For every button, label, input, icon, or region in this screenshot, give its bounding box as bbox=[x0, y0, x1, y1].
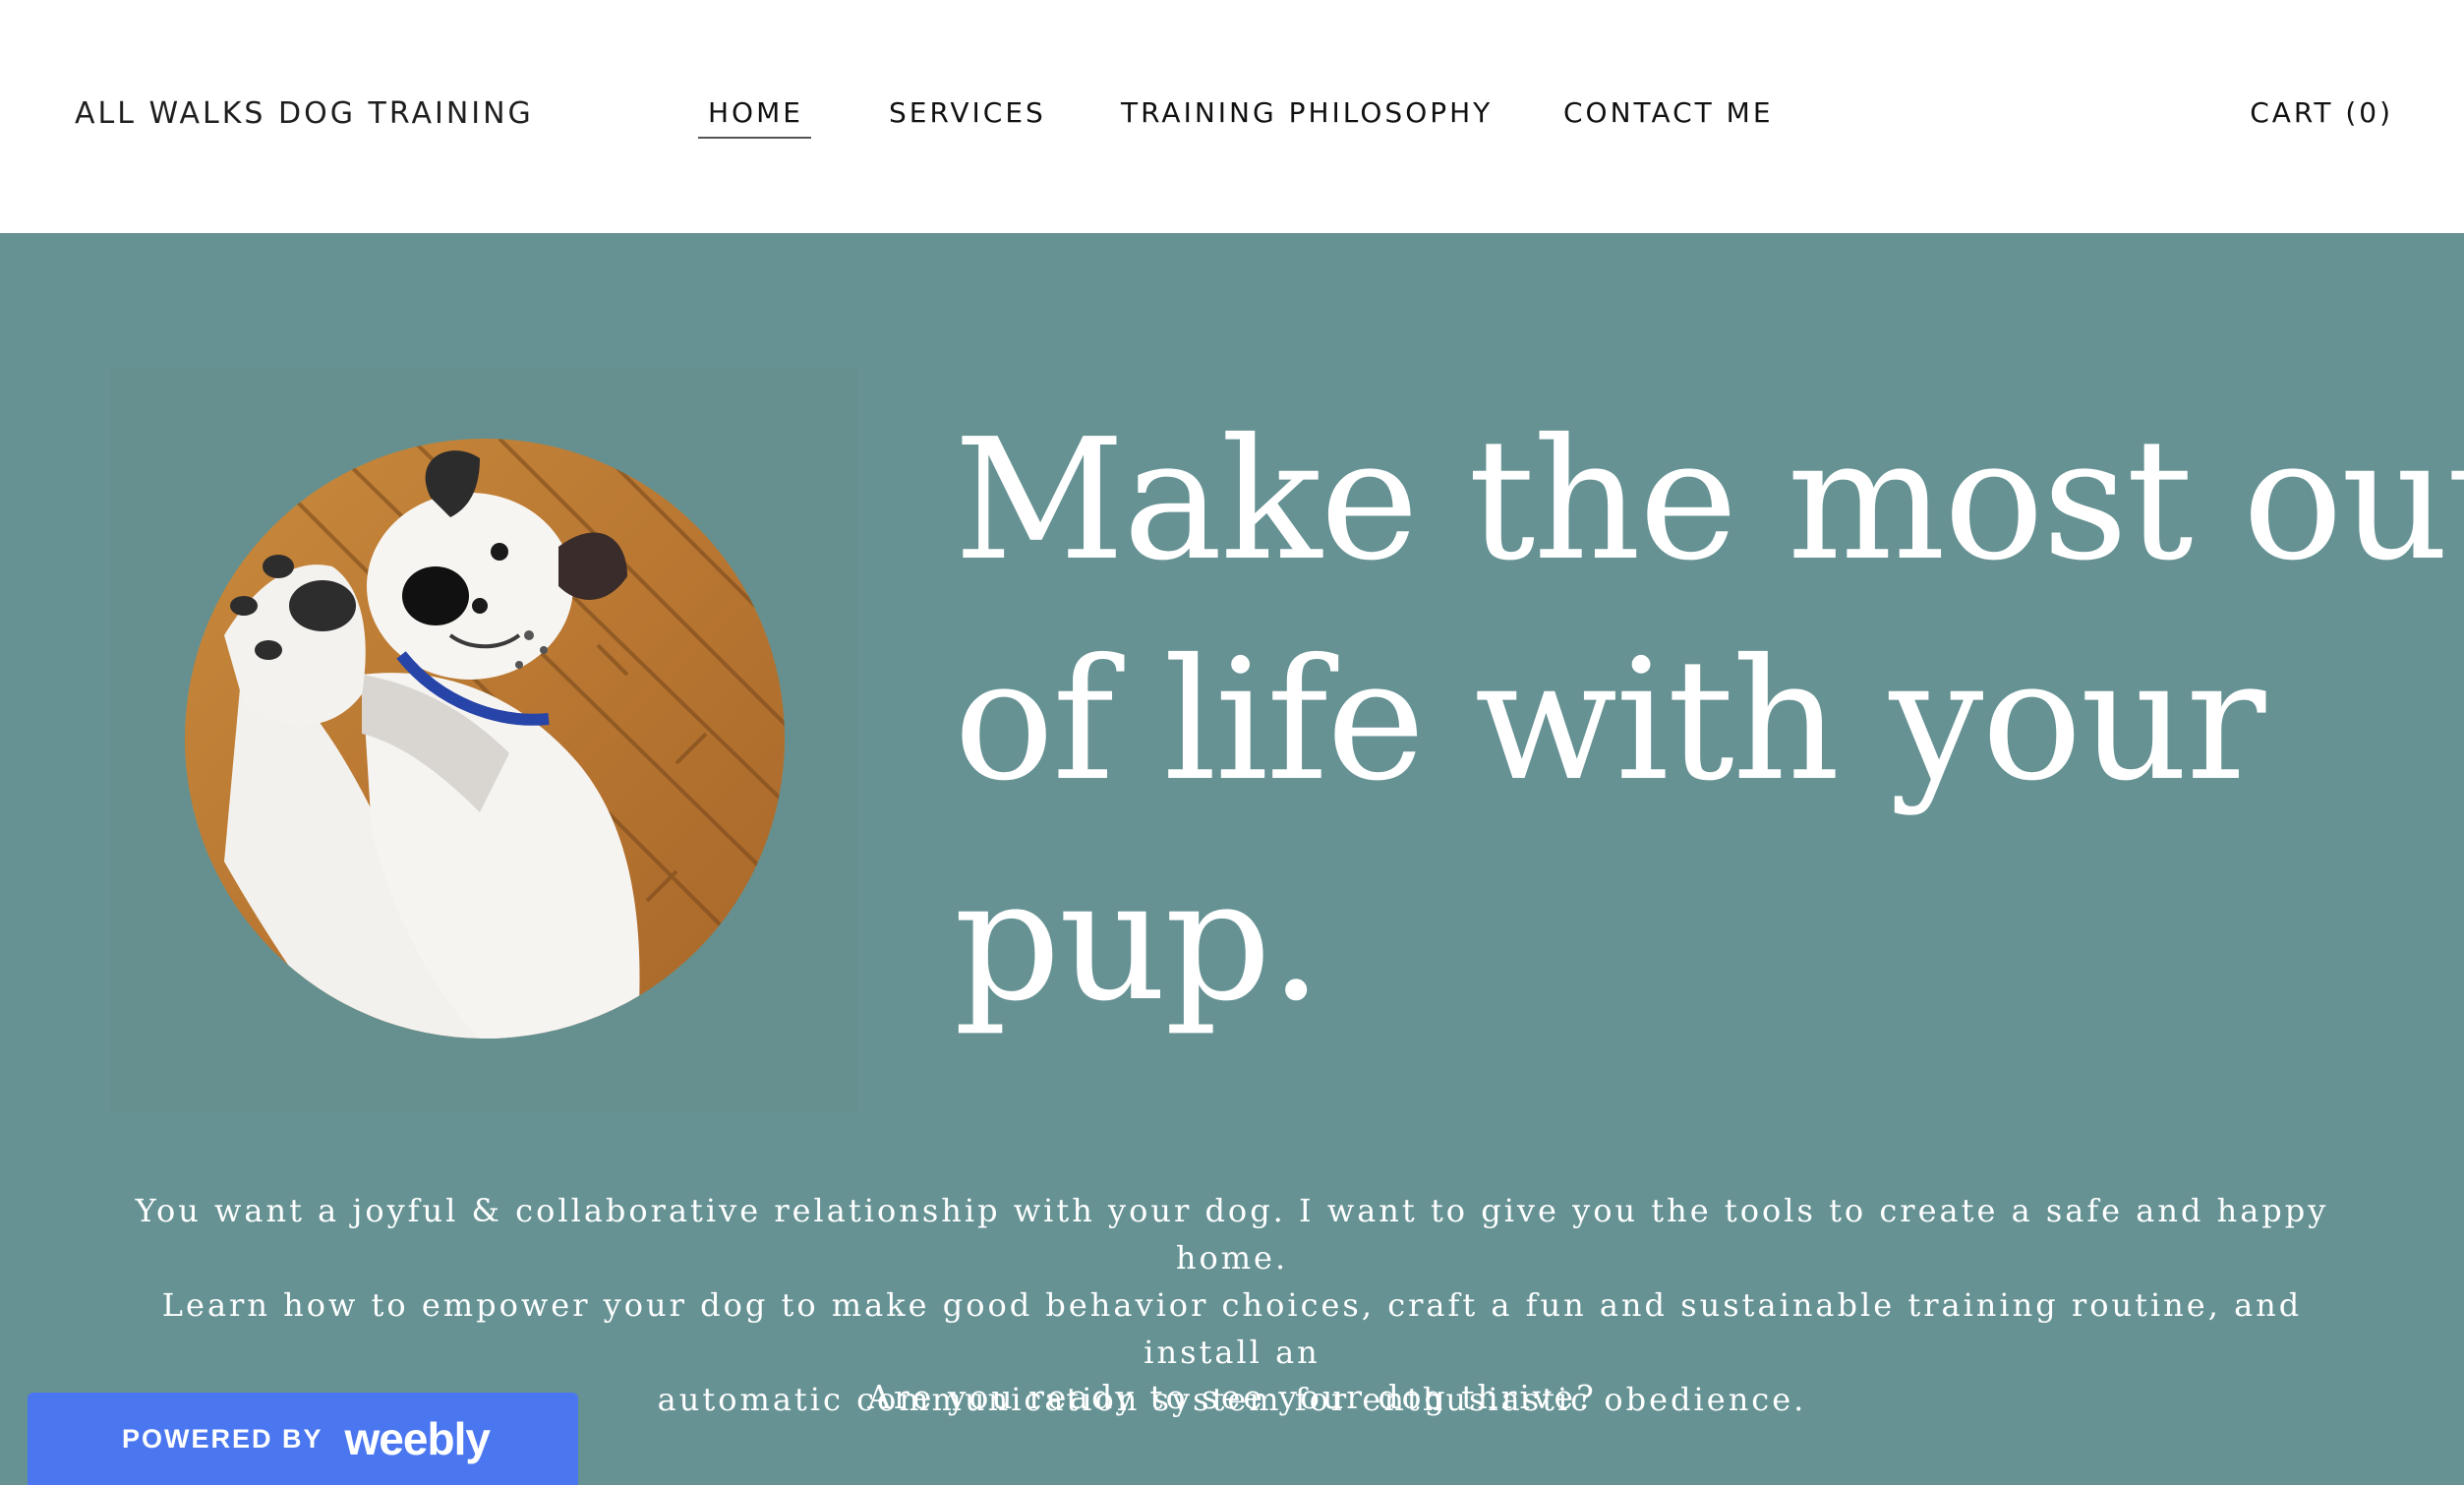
nav-services[interactable]: SERVICES bbox=[889, 96, 1046, 129]
headline-line: pup. bbox=[954, 844, 1322, 1039]
body-line: You want a joyful & collaborative relati… bbox=[135, 1192, 2329, 1277]
weebly-logo: weebly bbox=[344, 1413, 491, 1464]
nav-training-philosophy[interactable]: TRAINING PHILOSOPHY bbox=[1121, 96, 1493, 129]
cart-link[interactable]: CART (0) bbox=[2250, 96, 2393, 129]
nav-contact-me[interactable]: CONTACT ME bbox=[1563, 96, 1774, 129]
site-title[interactable]: ALL WALKS DOG TRAINING bbox=[75, 96, 534, 131]
site-header: ALL WALKS DOG TRAINING HOME SERVICES TRA… bbox=[0, 0, 2464, 233]
headline-line: of life with your bbox=[954, 624, 2265, 818]
hero-section: Make the most out of life with your pup.… bbox=[0, 233, 2464, 1485]
dog-photo bbox=[185, 439, 785, 1039]
body-line: Learn how to empower your dog to make go… bbox=[161, 1286, 2303, 1371]
headline-line: Make the most out bbox=[954, 403, 2464, 598]
nav-home[interactable]: HOME bbox=[708, 96, 803, 129]
powered-by-weebly-badge[interactable]: POWERED BY weebly bbox=[28, 1393, 578, 1485]
hero-headline: Make the most out of life with your pup. bbox=[954, 390, 2464, 1051]
badge-powered-label: POWERED BY bbox=[122, 1423, 323, 1454]
nav-active-underline bbox=[698, 137, 811, 139]
